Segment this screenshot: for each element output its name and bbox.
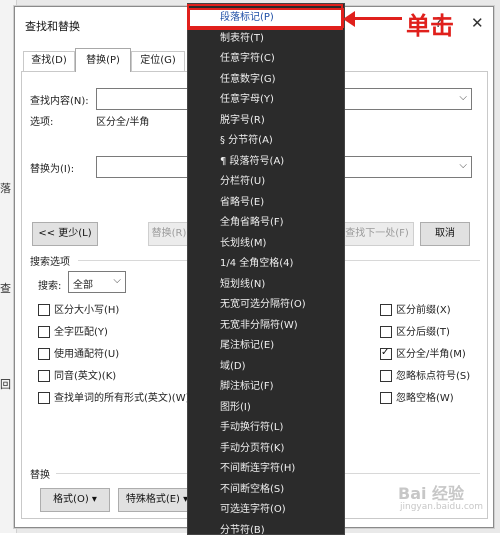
close-icon[interactable]: ✕ [471,14,484,32]
watermark-url: jingyan.baidu.com [400,502,483,512]
checkbox[interactable] [38,326,50,338]
checkbox[interactable] [380,370,392,382]
options-value: 区分全/半角 [96,113,149,128]
highlight-box [187,4,343,30]
special-format-button[interactable]: 特殊格式(E) ▾ [118,488,196,512]
menu-item-caret[interactable]: 脱字号(R) [188,111,344,131]
menu-item-manual-line-break[interactable]: 手动换行符(L) [188,418,344,438]
special-format-menu: 段落标记(P) 制表符(T) 任意字符(C) 任意数字(G) 任意字母(Y) 脱… [187,3,345,535]
less-button[interactable]: << 更少(L) [32,222,98,246]
replace-button[interactable]: 替换(R) [148,222,190,246]
chevron-down-icon[interactable]: ⌵ [113,275,121,286]
menu-item-ellipsis[interactable]: 省略号(E) [188,193,344,213]
tab-find[interactable]: 查找(D) [23,51,75,71]
chevron-down-icon[interactable]: ⌵ [459,92,467,103]
menu-item-fullwidth-ellipsis[interactable]: 全角省略号(F) [188,213,344,233]
options-label: 选项: [30,113,53,128]
checkbox-checked[interactable] [380,348,392,360]
menu-item-en-dash[interactable]: 短划线(N) [188,275,344,295]
dialog-title: 查找和替换 [25,18,80,34]
annotation-arrow-line [352,17,402,20]
checkbox[interactable] [380,326,392,338]
tab-strip: 查找(D) 替换(P) 定位(G) [23,51,203,71]
option-match-prefix[interactable]: 区分前缀(X) [380,304,451,317]
menu-item-footnote-mark[interactable]: 脚注标记(F) [188,377,344,397]
search-direction-value: 全部 [73,276,93,291]
menu-item-optional-hyphen[interactable]: 可选连字符(O) [188,500,344,520]
document-text-fragment: 查 [0,280,11,296]
option-ignore-whitespace[interactable]: 忽略空格(W) [380,392,454,405]
option-match-suffix[interactable]: 区分后缀(T) [380,326,450,339]
checkbox[interactable] [38,392,50,404]
option-wildcards[interactable]: 使用通配符(U) [38,348,119,361]
menu-item-nonbreaking-hyphen[interactable]: 不间断连字符(H) [188,459,344,479]
option-match-width[interactable]: 区分全/半角(M) [380,348,466,361]
tab-goto[interactable]: 定位(G) [131,51,185,71]
checkbox[interactable] [380,304,392,316]
menu-item-zero-width-non-break[interactable]: 无宽非分隔符(W) [188,316,344,336]
replace-section-title: 替换 [30,466,50,481]
document-text-fragment: 回 [0,376,11,392]
annotation-click-label: 单击 [406,6,454,41]
search-direction-label: 搜索: [38,277,61,292]
format-button[interactable]: 格式(O) ▾ [40,488,110,512]
find-what-label: 查找内容(N): [30,92,89,107]
chevron-down-icon[interactable]: ⌵ [459,160,467,171]
search-options-title: 搜索选项 [30,253,70,268]
option-match-case[interactable]: 区分大小写(H) [38,304,119,317]
menu-item-endnote-mark[interactable]: 尾注标记(E) [188,336,344,356]
option-all-word-forms[interactable]: 查找单词的所有形式(英文)(W) [38,392,190,405]
find-next-button[interactable]: 查找下一处(F) [340,222,414,246]
menu-item-any-digit[interactable]: 任意数字(G) [188,70,344,90]
checkbox[interactable] [38,304,50,316]
menu-item-section-char[interactable]: § 分节符(A) [188,131,344,151]
menu-item-manual-page-break[interactable]: 手动分页符(K) [188,439,344,459]
menu-item-field[interactable]: 域(D) [188,357,344,377]
option-ignore-punctuation[interactable]: 忽略标点符号(S) [380,370,470,383]
menu-item-paragraph-char[interactable]: ¶ 段落符号(A) [188,152,344,172]
watermark-logo: Bai 经验 [398,480,464,504]
menu-item-zero-width-optional-break[interactable]: 无宽可选分隔符(O) [188,295,344,315]
cancel-button[interactable]: 取消 [420,222,470,246]
search-direction-select[interactable]: 全部 ⌵ [68,271,126,293]
replace-with-label: 替换为(I): [30,160,74,175]
menu-item-nonbreaking-space[interactable]: 不间断空格(S) [188,480,344,500]
menu-item-em-dash[interactable]: 长划线(M) [188,234,344,254]
menu-item-any-char[interactable]: 任意字符(C) [188,49,344,69]
checkbox[interactable] [38,370,50,382]
option-whole-word[interactable]: 全字匹配(Y) [38,326,108,339]
menu-item-graphic[interactable]: 图形(I) [188,398,344,418]
tab-replace[interactable]: 替换(P) [75,48,131,72]
document-text-fragment: 落 [0,180,11,196]
checkbox[interactable] [380,392,392,404]
menu-item-column-break[interactable]: 分栏符(U) [188,172,344,192]
option-sounds-like[interactable]: 同音(英文)(K) [38,370,116,383]
checkbox[interactable] [38,348,50,360]
menu-item-quarter-em-space[interactable]: 1/4 全角空格(4) [188,254,344,274]
menu-item-tab[interactable]: 制表符(T) [188,29,344,49]
menu-item-any-letter[interactable]: 任意字母(Y) [188,90,344,110]
